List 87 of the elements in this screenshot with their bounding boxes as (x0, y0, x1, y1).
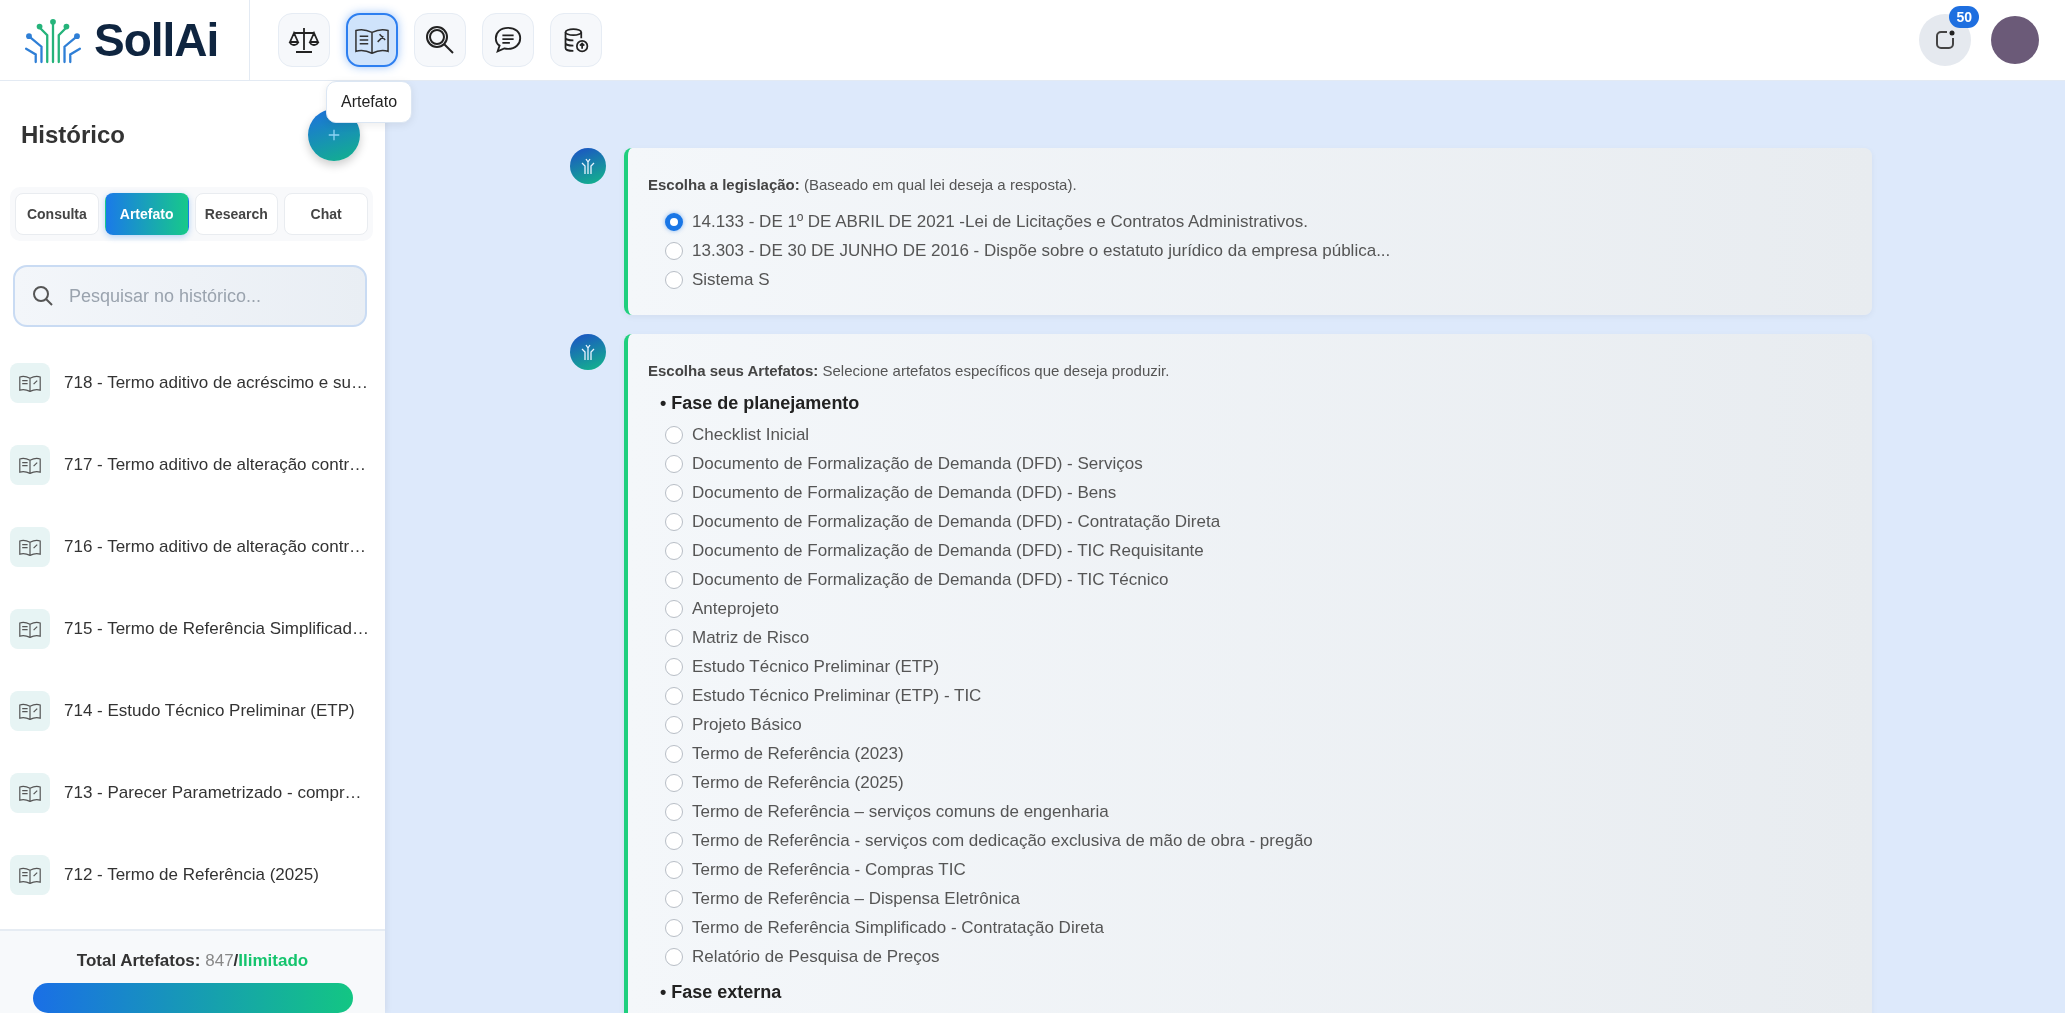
option-label[interactable]: Termo de Referência - serviços com dedicação exclusiva de mão de obra - pregão (692, 831, 1313, 851)
option-label[interactable]: Documento de Formalização de Demanda (DFD) - Bens (692, 483, 1117, 503)
bot-avatar-icon (570, 148, 606, 184)
option-label[interactable]: Matriz de Risco (692, 628, 810, 648)
history-item[interactable]: 714 - Estudo Técnico Preliminar (ETP) (64, 701, 355, 721)
option-label[interactable]: Documento de Formalização de Demanda (DFD) - TIC Técnico (692, 570, 1169, 590)
radio-button[interactable] (665, 629, 683, 647)
chat-tool-button[interactable] (482, 13, 534, 67)
radio-button[interactable] (665, 687, 683, 705)
scales-tool-button[interactable] (278, 13, 330, 67)
search-field[interactable]: Pesquisar no histórico... (13, 265, 367, 327)
radio-button[interactable] (665, 271, 683, 289)
radio-button[interactable] (665, 832, 683, 850)
prompt-text: Escolha seus Artefatos: Selecione artefatos específicos que deseja produzir. (648, 362, 1171, 379)
radio-button[interactable] (665, 948, 683, 966)
notification-icon (1933, 28, 1957, 52)
prompt-text: Escolha a legislação: (Baseado em qual lei deseja a resposta). (648, 176, 1078, 193)
option-label[interactable]: Estudo Técnico Preliminar (ETP) (692, 657, 940, 677)
history-tab[interactable]: Consulta (15, 193, 99, 235)
circuit-tree-icon (24, 16, 82, 64)
option-label[interactable]: Documento de Formalização de Demanda (DFD) - Contratação Direta (692, 512, 1221, 532)
radio-button[interactable] (665, 484, 683, 502)
option-label[interactable]: Projeto Básico (692, 715, 802, 735)
option-label[interactable]: Anteprojeto (692, 599, 779, 619)
option-label[interactable]: Checklist Inicial (692, 425, 810, 445)
radio-button[interactable] (665, 426, 683, 444)
artifact-total: Total Artefatos: 847/Ilimitado (76, 951, 309, 971)
group-heading: • Fase externa (659, 982, 783, 1003)
history-item[interactable]: 716 - Termo aditivo de alteração contr… (64, 537, 367, 557)
chat-bubble-icon (493, 25, 523, 55)
radio-button[interactable] (665, 658, 683, 676)
history-tab[interactable]: Chat (284, 193, 368, 235)
radio-button[interactable] (665, 455, 683, 473)
book-icon (10, 691, 50, 731)
logo-wordmark: SollAi (94, 13, 219, 67)
radio-button[interactable] (665, 600, 683, 618)
history-item[interactable]: 715 - Termo de Referência Simplificad… (64, 619, 369, 639)
plus-icon (327, 128, 341, 142)
gradient-button[interactable] (32, 983, 353, 1013)
radio-button[interactable] (665, 890, 683, 908)
option-label[interactable]: 14.133 - DE 1º DE ABRIL DE 2021 -Lei de Licitações e Contratos Administrativos. (692, 212, 1308, 232)
radio-button[interactable] (665, 571, 683, 589)
option-label[interactable]: Documento de Formalização de Demanda (DFD) - Serviços (692, 454, 1143, 474)
option-label[interactable]: 13.303 - DE 30 DE JUNHO DE 2016 - Dispõe sobre o estatuto jurídico da empresa pública... (692, 241, 1391, 261)
option-label[interactable]: Termo de Referência (2023) (692, 744, 904, 764)
database-tool-button[interactable] (550, 13, 602, 67)
book-icon (10, 363, 50, 403)
option-label[interactable]: Termo de Referência – serviços comuns de engenharia (692, 802, 1109, 822)
radio-button[interactable] (665, 745, 683, 763)
history-item[interactable]: 713 - Parecer Parametrizado - compr… (64, 783, 362, 803)
radio-button[interactable] (665, 774, 683, 792)
radio-button[interactable] (665, 542, 683, 560)
option-label[interactable]: Termo de Referência - Compras TIC (692, 860, 966, 880)
sidebar-title: Histórico (21, 121, 125, 149)
book-icon (10, 773, 50, 813)
radio-button[interactable] (665, 513, 683, 531)
radio-button[interactable] (665, 242, 683, 260)
history-item[interactable]: 712 - Termo de Referência (2025) (64, 865, 319, 885)
radio-button[interactable] (665, 803, 683, 821)
option-label[interactable]: Documento de Formalização de Demanda (DFD) - TIC Requisitante (692, 541, 1204, 561)
radio-button[interactable] (665, 213, 683, 231)
book-icon (10, 609, 50, 649)
option-label[interactable]: Termo de Referência (2025) (692, 773, 904, 793)
notification-button[interactable] (1919, 14, 1971, 66)
history-item[interactable]: 718 - Termo aditivo de acréscimo e su… (64, 373, 368, 393)
database-upload-icon (562, 26, 590, 54)
search-icon (424, 24, 456, 56)
group-heading: • Fase de planejamento (659, 393, 861, 414)
book-tool-button[interactable] (346, 13, 398, 67)
radio-button[interactable] (665, 861, 683, 879)
bot-avatar-icon (570, 334, 606, 370)
notification-badge: 50 (1949, 6, 1979, 28)
option-label[interactable]: Termo de Referência Simplificado - Contratação Direta (692, 918, 1104, 938)
option-label[interactable]: Termo de Referência – Dispensa Eletrônica (692, 889, 1020, 909)
tooltip: Artefato (326, 81, 413, 123)
option-label[interactable]: Relatório de Pesquisa de Preços (692, 947, 940, 967)
book-icon (10, 445, 50, 485)
search-tool-button[interactable] (414, 13, 466, 67)
book-icon (10, 527, 50, 567)
option-label[interactable]: Estudo Técnico Preliminar (ETP) - TIC (692, 686, 982, 706)
history-item[interactable]: 717 - Termo aditivo de alteração contr… (64, 455, 367, 475)
avatar[interactable] (1991, 16, 2039, 64)
radio-button[interactable] (665, 919, 683, 937)
history-tab[interactable]: Research (194, 193, 279, 235)
book-icon (10, 855, 50, 895)
radio-button[interactable] (665, 716, 683, 734)
option-label[interactable]: Sistema S (692, 270, 770, 290)
